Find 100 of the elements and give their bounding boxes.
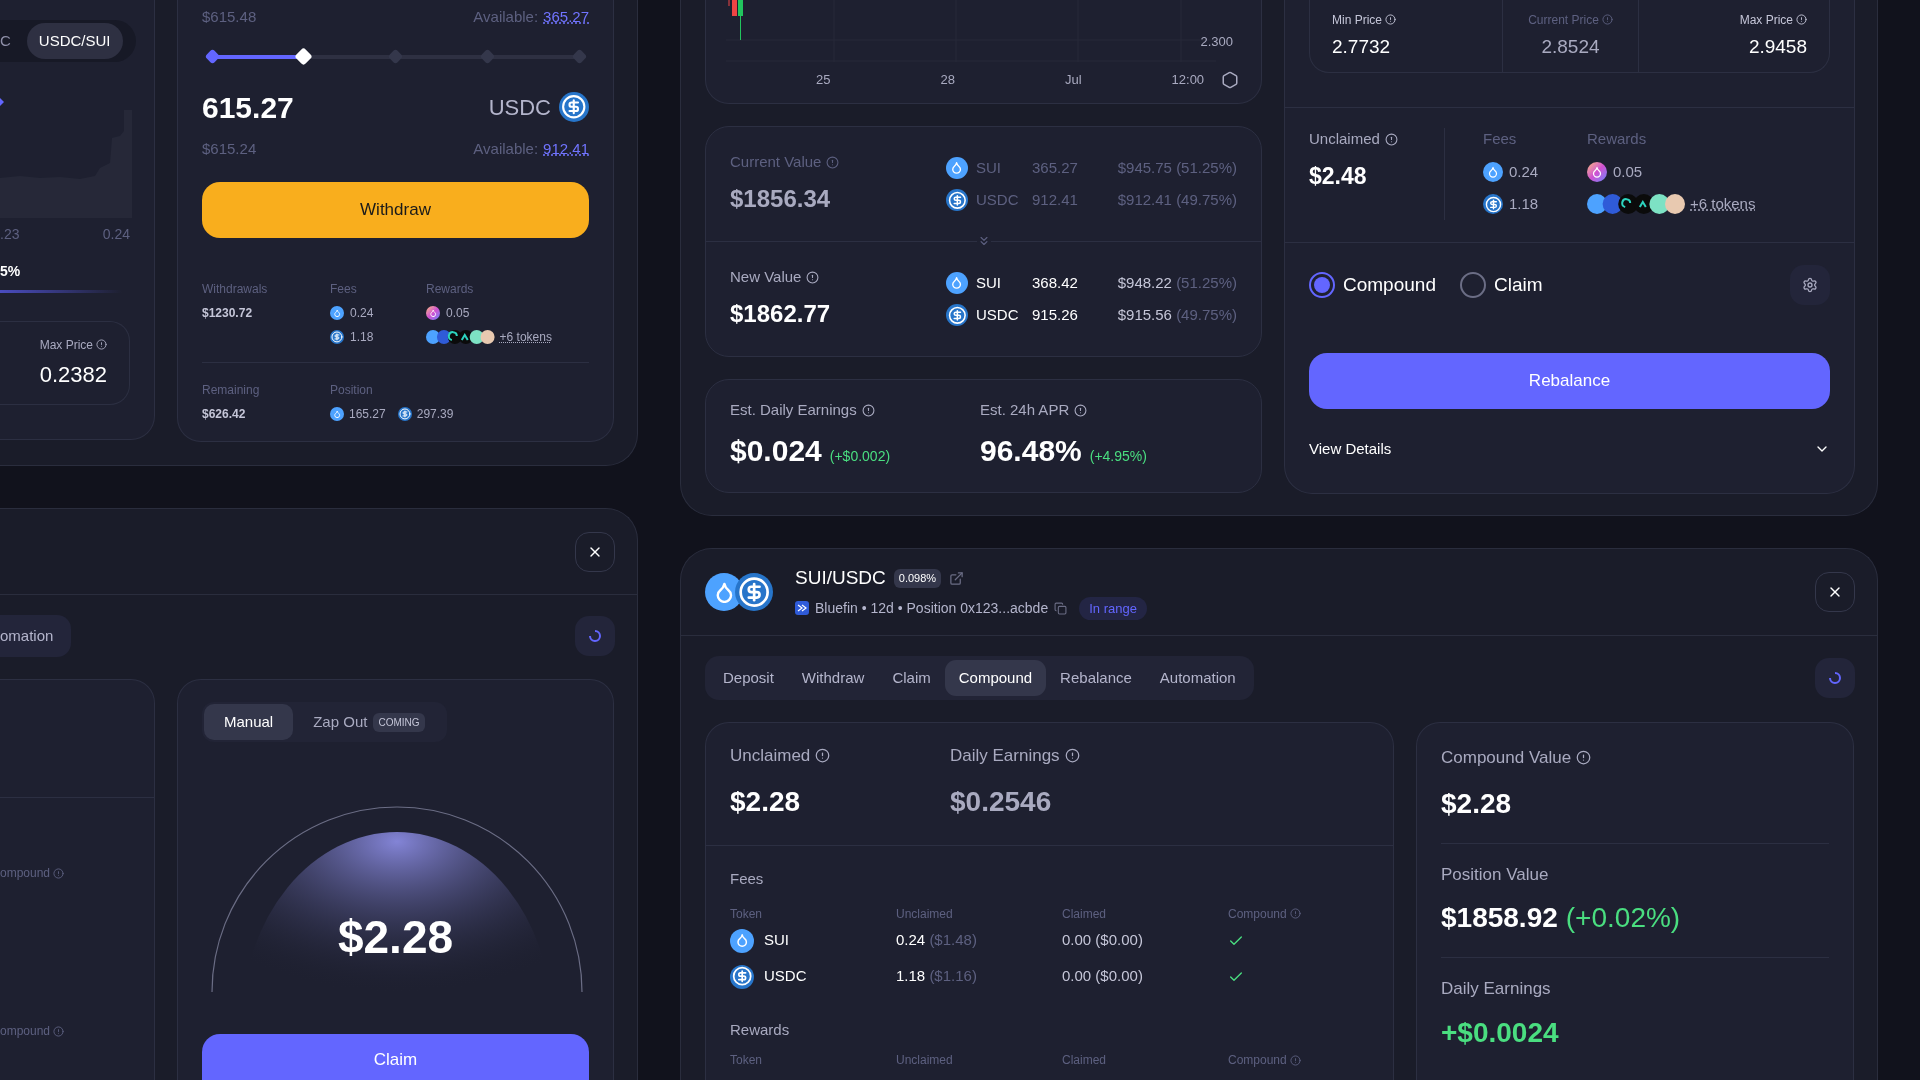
remaining-value: $626.42 bbox=[202, 406, 247, 423]
copy-icon[interactable] bbox=[1054, 601, 1068, 615]
info-icon bbox=[1385, 14, 1396, 26]
info-icon bbox=[96, 339, 107, 350]
dollar-token-icon bbox=[946, 189, 968, 212]
external-link-icon[interactable] bbox=[949, 570, 965, 586]
stat-label: Daily Earnings bbox=[950, 745, 1060, 767]
usd-value: $615.24 bbox=[202, 138, 257, 159]
total-value: $1856.34 bbox=[730, 184, 832, 215]
token-amount: 368.42 bbox=[1032, 272, 1079, 293]
pair-toggle-option[interactable]: USDC/SUI bbox=[26, 23, 123, 59]
column-header: Claimed bbox=[1062, 1052, 1106, 1069]
tab[interactable]: Compound bbox=[944, 660, 1047, 696]
status-badge: In range bbox=[1079, 596, 1147, 620]
daily-earnings-label: Daily Earnings bbox=[1441, 978, 1552, 1000]
claim-button[interactable]: Claim bbox=[202, 1034, 589, 1080]
x-axis-label: 28 bbox=[940, 71, 955, 89]
withdraw-button[interactable]: Withdraw bbox=[202, 182, 589, 238]
tab[interactable]: Withdraw bbox=[787, 660, 879, 696]
dollar-token-icon bbox=[397, 407, 412, 421]
tab[interactable]: Deposit bbox=[709, 660, 788, 696]
unclaimed-cell-text: 1.18 ($1.16) bbox=[896, 966, 978, 987]
price-value: 2.7732 bbox=[1332, 34, 1392, 59]
earnings-value: 96.48% bbox=[980, 432, 1082, 469]
settings-button[interactable] bbox=[1790, 265, 1830, 305]
section-title: Rewards bbox=[730, 1019, 791, 1040]
usd-value: $615.48 bbox=[202, 7, 257, 27]
token-value: $912.41 (49.75%) bbox=[1116, 190, 1237, 210]
tab[interactable]: Rebalance bbox=[1046, 660, 1146, 696]
max-price-label: Max Price bbox=[39, 336, 93, 354]
available-amount-link[interactable]: 365.27 bbox=[543, 6, 589, 29]
info-icon bbox=[1601, 14, 1613, 26]
pair-toggle-option[interactable]: C bbox=[0, 23, 13, 59]
fee-amount: 0.24 bbox=[350, 305, 374, 322]
dollar-token-icon bbox=[1483, 194, 1503, 215]
range-percent: 5% bbox=[0, 262, 22, 281]
candlestick-chart-drawing bbox=[728, 0, 744, 40]
unclaimed-value: $2.48 bbox=[1309, 161, 1368, 191]
unclaimed-label: Unclaimed bbox=[1309, 129, 1380, 149]
value-label: Current Value bbox=[730, 151, 822, 172]
radio-button[interactable] bbox=[1459, 272, 1486, 298]
more-tokens-link[interactable]: +6 tokens bbox=[1690, 193, 1756, 216]
fee-amount: 1.18 bbox=[1509, 194, 1539, 214]
available-amount-link[interactable]: 912.41 bbox=[543, 137, 589, 160]
rebalance-button[interactable]: Rebalance bbox=[1309, 353, 1830, 409]
more-tokens-link[interactable]: +6 tokens bbox=[499, 328, 552, 346]
view-details-toggle[interactable]: View Details bbox=[1309, 433, 1830, 465]
mode-tab[interactable]: Manual bbox=[204, 704, 294, 740]
dollar-token-icon bbox=[730, 964, 754, 989]
mode-tab[interactable]: Zap Out COMING bbox=[293, 704, 445, 740]
position-value-label: Position Value bbox=[1441, 863, 1550, 886]
close-button[interactable] bbox=[1815, 572, 1855, 612]
earnings-label: Est. 24h APR bbox=[980, 400, 1070, 421]
column-header: Claimed bbox=[1062, 905, 1106, 923]
token-icons-drawing bbox=[426, 330, 495, 344]
info-icon bbox=[815, 748, 831, 764]
spinner-icon bbox=[588, 629, 602, 643]
setting-label: ompound bbox=[0, 865, 51, 882]
dollar-token-icon bbox=[946, 304, 968, 327]
refresh-button[interactable] bbox=[1815, 658, 1855, 698]
refresh-button[interactable] bbox=[575, 616, 615, 656]
price-label: Min Price bbox=[1332, 11, 1382, 29]
earnings-label: Est. Daily Earnings bbox=[730, 400, 857, 421]
position-change: (+0.02%) bbox=[1565, 901, 1681, 935]
radio-button[interactable] bbox=[1309, 272, 1335, 298]
x-axis-label: Jul bbox=[1064, 71, 1082, 89]
tab[interactable]: omation bbox=[0, 615, 72, 657]
token-amount: 912.41 bbox=[1032, 190, 1079, 210]
position-amount: 297.39 bbox=[416, 406, 454, 423]
x-axis-label: 25 bbox=[816, 71, 831, 89]
info-icon bbox=[861, 404, 875, 417]
drop-token-icon bbox=[330, 407, 344, 421]
radio-label: Compound bbox=[1343, 272, 1436, 297]
close-button[interactable] bbox=[575, 531, 615, 572]
compound-value-label: Compound Value bbox=[1441, 747, 1572, 769]
x-axis-label: 12:00 bbox=[1171, 71, 1205, 89]
remaining-label: Remaining bbox=[202, 382, 261, 399]
setting-label: ompound bbox=[0, 1023, 51, 1040]
info-icon bbox=[1074, 404, 1088, 417]
fee-amount: 0.24 bbox=[1509, 161, 1539, 182]
axis-label: .23 bbox=[0, 225, 20, 244]
fees-label: Fees bbox=[1483, 129, 1518, 149]
column-header: Token bbox=[730, 1052, 763, 1069]
price-label: Current Price bbox=[1528, 11, 1599, 29]
available-label: Available: bbox=[473, 138, 539, 159]
price-value: 2.9458 bbox=[1748, 34, 1807, 59]
tab[interactable]: Automation bbox=[1145, 660, 1250, 696]
earnings-change: (+4.95%) bbox=[1089, 446, 1147, 466]
token-symbol: USDC bbox=[488, 93, 551, 122]
fee-tier-badge: 0.098% bbox=[893, 569, 942, 588]
radio-label: Claim bbox=[1493, 272, 1543, 297]
unclaimed-cell-text: 0.24 ($1.48) bbox=[896, 930, 978, 951]
withdrawals-label: Withdrawals bbox=[202, 281, 269, 298]
price-label: Max Price bbox=[1739, 11, 1793, 29]
tab[interactable]: Claim bbox=[878, 660, 945, 696]
claim-amount: $2.28 bbox=[337, 910, 454, 965]
reward-amount: 0.05 bbox=[446, 305, 470, 322]
token-cell-text: SUI bbox=[764, 930, 789, 951]
token-value: $948.22 (51.25%) bbox=[1116, 272, 1237, 293]
drop-token-icon bbox=[426, 306, 440, 320]
